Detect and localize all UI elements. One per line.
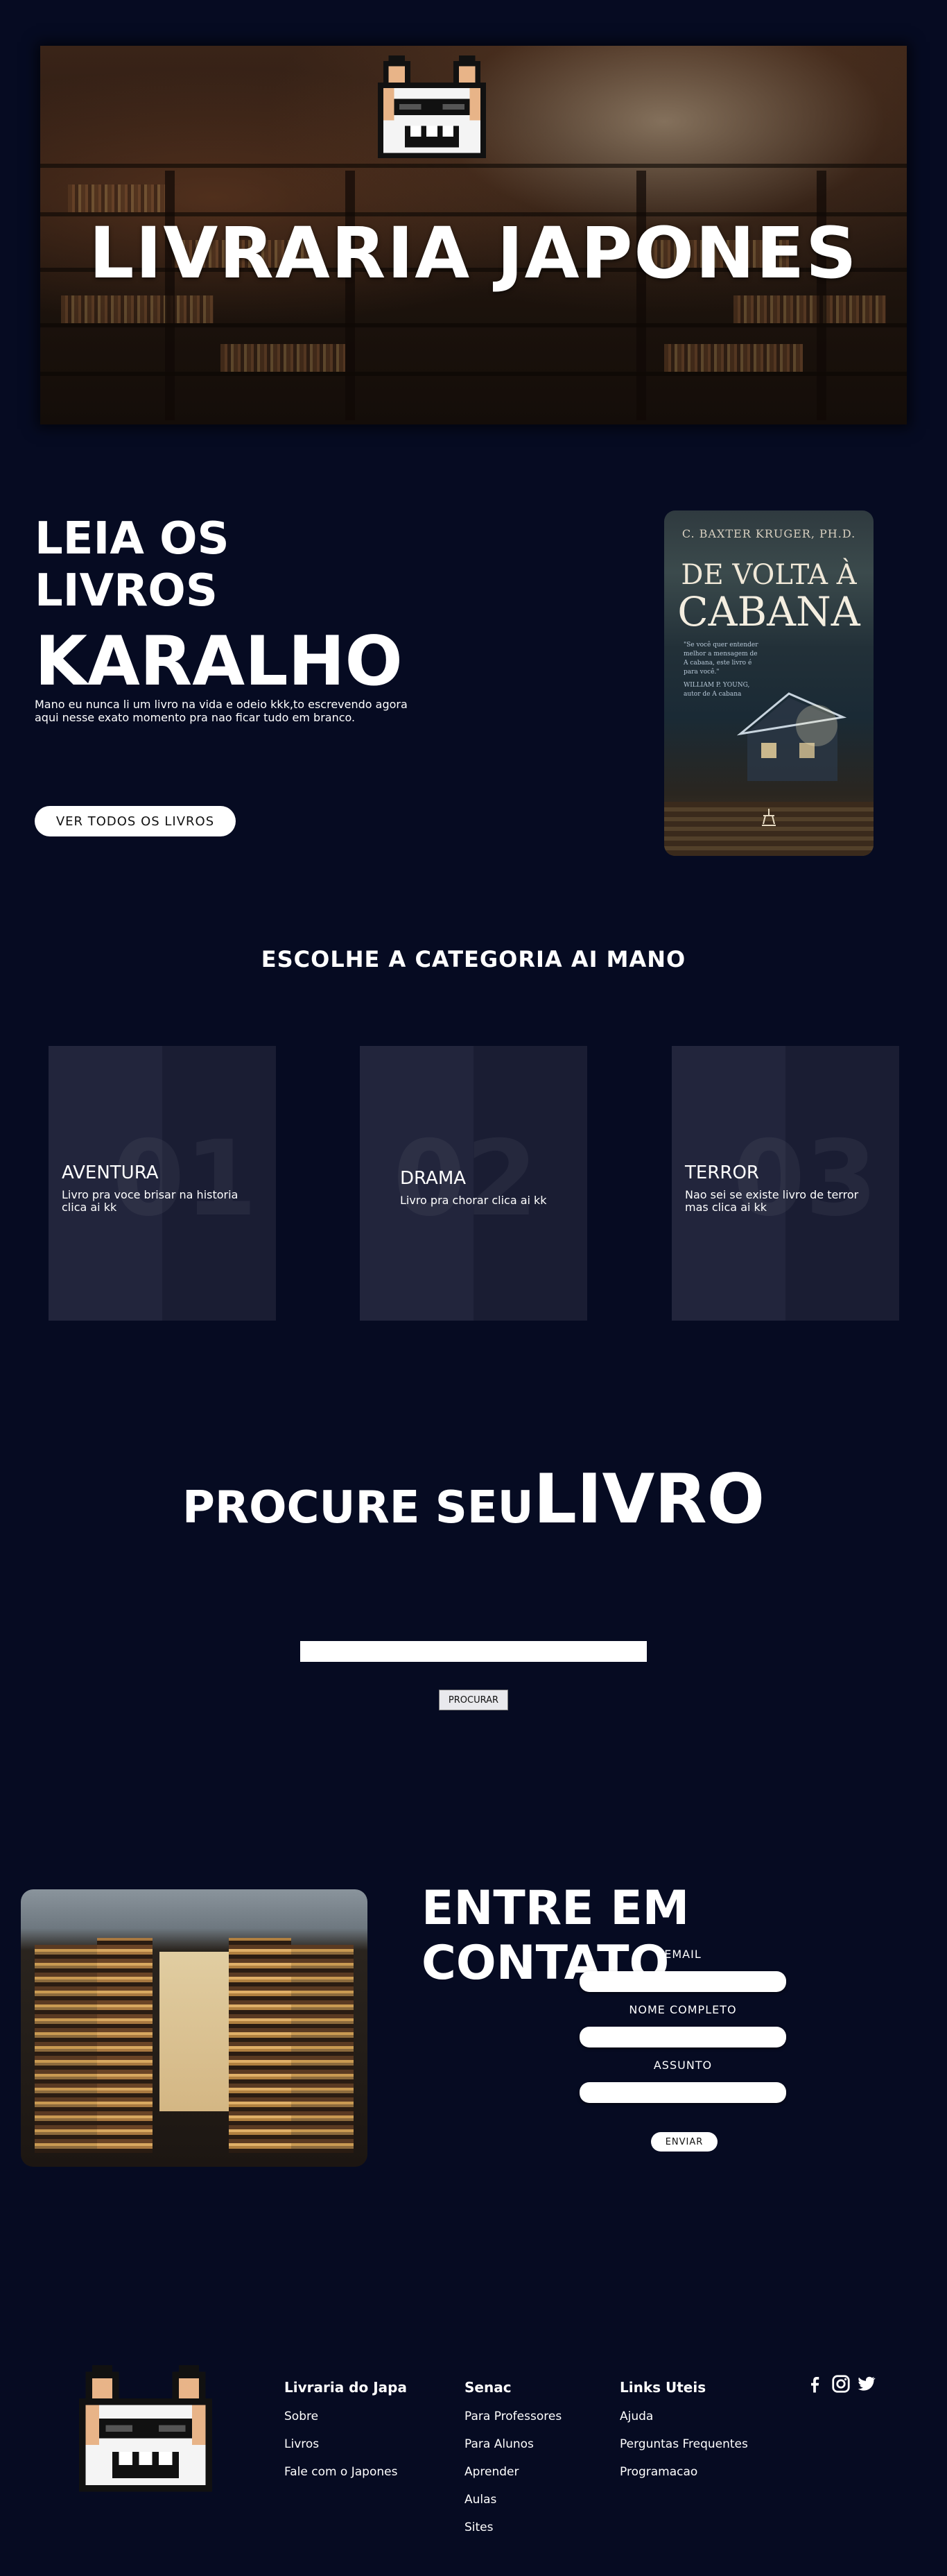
publisher-logo-icon [762, 809, 776, 826]
bookstore-image [21, 1889, 367, 2167]
search-button[interactable]: PROCURAR [439, 1690, 508, 1710]
search-input[interactable] [300, 1641, 647, 1662]
search-title: PROCURE SEULIVRO [0, 1460, 947, 1539]
footer-link-sobre[interactable]: Sobre [284, 2410, 318, 2423]
footer-link-programacao[interactable]: Programacao [620, 2465, 697, 2479]
category-card-drama[interactable]: 02 DRAMA Livro pra chorar clica ai kk [360, 1046, 587, 1321]
facebook-icon[interactable] [804, 2373, 825, 2394]
category-card-aventura[interactable]: 01 AVENTURA Livro pra voce brisar na his… [49, 1046, 276, 1321]
footer-link-livros[interactable]: Livros [284, 2437, 319, 2451]
footer-mascot-logo [79, 2365, 212, 2492]
categories-heading: ESCOLHE A CATEGORIA AI MANO [261, 946, 686, 972]
search-title-small: PROCURE SEU [182, 1482, 534, 1534]
category-description: Livro pra voce brisar na historia clica … [62, 1188, 238, 1214]
category-title: TERROR [685, 1162, 759, 1183]
footer-link-aulas[interactable]: Aulas [464, 2493, 496, 2507]
view-all-books-button[interactable]: VER TODOS OS LIVROS [35, 806, 236, 836]
footer-link-ajuda[interactable]: Ajuda [620, 2410, 653, 2423]
category-description: Nao sei se existe livro de terror mas cl… [685, 1188, 859, 1214]
cabin-illustration [736, 692, 847, 781]
pixel-mascot-logo [378, 55, 486, 159]
book-quote-text: "Se você quer entender melhor a mensagem… [684, 642, 758, 676]
email-field[interactable] [580, 1971, 786, 1992]
send-button[interactable]: ENVIAR [651, 2132, 718, 2152]
footer-link-sites[interactable]: Sites [464, 2521, 494, 2534]
full-name-field[interactable] [580, 2027, 786, 2047]
footer-link-perguntas-frequentes[interactable]: Perguntas Frequentes [620, 2437, 748, 2451]
hero-title: LIVRARIA JAPONES [89, 212, 858, 295]
book-author: C. BAXTER KRUGER, PH.D. [681, 527, 856, 540]
search-title-big: LIVRO [533, 1460, 765, 1539]
category-title: DRAMA [400, 1168, 467, 1189]
twitter-icon[interactable] [855, 2373, 876, 2394]
footer-link-para-alunos[interactable]: Para Alunos [464, 2437, 534, 2451]
category-title: AVENTURA [62, 1162, 159, 1183]
book-title-line1: DE VOLTA À [681, 559, 857, 591]
footer-col1-title: Livraria do Japa [284, 2379, 407, 2396]
featured-book-cover[interactable]: C. BAXTER KRUGER, PH.D. DE VOLTA À CABAN… [664, 510, 874, 856]
email-label: EMAIL [664, 1948, 702, 1961]
category-card-terror[interactable]: 03 TERROR Nao sei se existe livro de ter… [672, 1046, 899, 1321]
instagram-icon[interactable] [831, 2373, 851, 2394]
footer-link-para-professores[interactable]: Para Professores [464, 2410, 562, 2423]
intro-paragraph: Mano eu nunca li um livro na vida e odei… [35, 698, 408, 724]
footer-link-aprender[interactable]: Aprender [464, 2465, 519, 2479]
intro-heading-line1: LEIA OS [35, 513, 229, 565]
category-description: Livro pra chorar clica ai kk [400, 1194, 547, 1207]
subject-label: ASSUNTO [653, 2059, 713, 2072]
footer-col3-title: Links Uteis [620, 2379, 706, 2396]
book-title-line2: CABANA [677, 588, 860, 635]
subject-field[interactable] [580, 2082, 786, 2103]
intro-heading-line3: KARALHO [35, 622, 403, 701]
footer-col2-title: Senac [464, 2379, 512, 2396]
footer-link-fale-com-o-japones[interactable]: Fale com o Japones [284, 2465, 397, 2479]
intro-heading-line2: LIVROS [35, 565, 218, 617]
full-name-label: NOME COMPLETO [629, 2003, 737, 2016]
